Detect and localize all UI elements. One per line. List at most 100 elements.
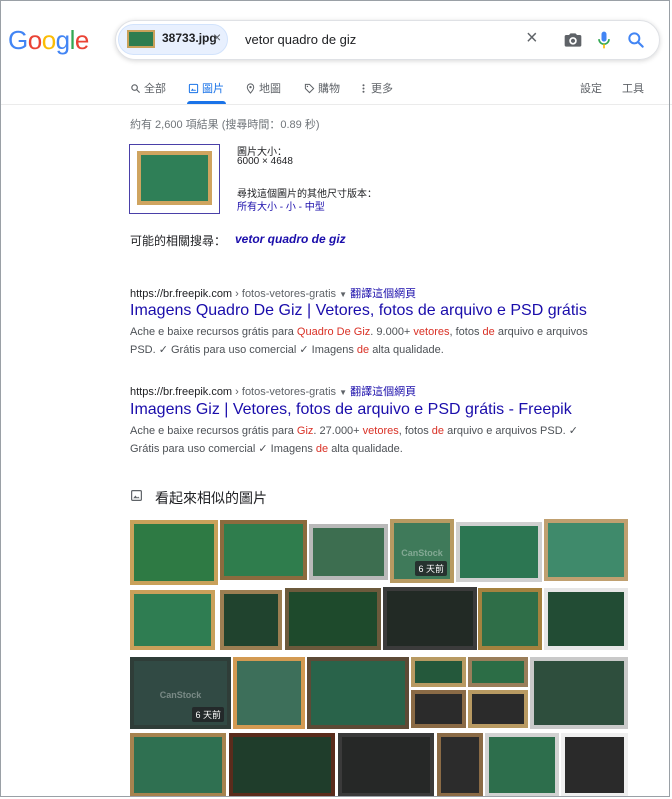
snippet-highlight: Giz [296, 425, 314, 437]
result-title-link[interactable]: Imagens Quadro De Giz | Vetores, fotos d… [130, 302, 587, 320]
clear-search-icon[interactable]: × [526, 28, 538, 48]
search-icon [131, 83, 141, 93]
similar-image-tile[interactable] [383, 587, 477, 650]
image-size-value: 6000 × 4648 [237, 156, 293, 167]
similar-image-tile[interactable] [468, 690, 528, 728]
result-path: › fotos-vetores-gratis [232, 288, 337, 300]
size-link-separator: - [277, 202, 286, 213]
similar-image-tile[interactable] [544, 588, 628, 650]
size-link-medium[interactable]: 中型 [305, 202, 325, 213]
similar-image-tile[interactable] [411, 690, 466, 728]
more-vert-icon [362, 83, 365, 93]
camera-icon[interactable] [563, 29, 583, 51]
similar-image-tile[interactable] [285, 588, 381, 650]
microphone-icon[interactable] [594, 29, 614, 51]
similar-image-tile[interactable] [220, 520, 307, 580]
image-chip-thumbnail [127, 30, 155, 48]
search-input[interactable]: vetor quadro de giz [245, 32, 356, 47]
image-chip-filename: 38733.jpg [162, 31, 217, 45]
similar-image-tile[interactable] [229, 733, 335, 797]
tab-label: 購物 [318, 83, 340, 95]
watermark-text: CanStock [159, 689, 202, 700]
watermark-text: CanStock [401, 548, 443, 559]
snippet-highlight: de [431, 425, 445, 437]
similar-image-tile[interactable] [307, 657, 409, 729]
snippet-text: . 27.000+ [313, 425, 363, 437]
logo-letter: o [41, 25, 56, 55]
similar-image-tile[interactable] [437, 733, 483, 797]
age-badge: 6 天前 [192, 707, 224, 722]
result-title-link[interactable]: Imagens Giz | Vetores, fotos de arquivo … [130, 401, 572, 419]
google-logo[interactable]: Google [8, 25, 89, 56]
size-links: 所有大小 - 小 - 中型 [237, 198, 325, 213]
size-link-separator: - [295, 202, 305, 213]
result-cite[interactable]: https://br.freepik.com › fotos-vetores-g… [130, 383, 416, 399]
translate-link[interactable]: 翻譯這個網頁 [350, 288, 416, 300]
similar-image-tile[interactable] [220, 590, 282, 650]
header-divider [0, 104, 672, 105]
snippet-text: alta qualidade. [328, 443, 403, 455]
tab-maps[interactable]: 地圖 [245, 80, 281, 96]
tab-shopping[interactable]: 購物 [304, 80, 340, 96]
similar-image-tile[interactable] [478, 588, 542, 650]
result-domain: https://br.freepik.com [130, 386, 233, 398]
logo-letter: G [8, 25, 28, 55]
tab-label: 全部 [144, 83, 166, 95]
snippet-highlight: de [356, 344, 370, 356]
size-link-small[interactable]: 小 [286, 202, 296, 213]
dropdown-arrow-icon[interactable]: ▼ [339, 388, 347, 397]
similar-image-tile[interactable] [530, 657, 628, 729]
similar-image-tile[interactable] [233, 657, 305, 729]
tag-icon [304, 83, 315, 93]
search-icon[interactable] [626, 29, 646, 51]
similar-image-tile[interactable]: CanStock 6 天前 [390, 519, 454, 583]
similar-image-tile[interactable] [485, 733, 559, 797]
snippet-highlight: vetores [413, 326, 450, 338]
tools-link[interactable]: 工具 [622, 80, 644, 96]
tab-label: 圖片 [202, 83, 224, 95]
snippet-text: , fotos [449, 326, 483, 338]
query-image-thumbnail [137, 151, 212, 205]
similar-images-heading: 看起來相似的圖片 [155, 490, 267, 506]
similar-image-tile[interactable] [130, 520, 218, 585]
logo-letter: o [27, 25, 42, 55]
similar-image-tile[interactable] [456, 522, 542, 582]
size-link-all[interactable]: 所有大小 [237, 202, 277, 213]
snippet-highlight: Quadro De Giz [296, 326, 371, 338]
snippet-highlight: de [482, 326, 495, 338]
similar-image-tile[interactable] [561, 733, 628, 797]
tab-more[interactable]: 更多 [359, 80, 393, 96]
remove-image-icon[interactable]: × [213, 29, 221, 45]
similar-image-tile[interactable] [338, 733, 434, 797]
tab-images[interactable]: 圖片 [188, 80, 224, 96]
snippet-text: Ache e baixe recursos grátis para [130, 326, 297, 338]
similar-image-tile[interactable] [130, 590, 215, 650]
logo-letter: e [74, 25, 89, 55]
related-search-link[interactable]: vetor quadro de giz [235, 232, 346, 246]
similar-image-tile[interactable] [130, 733, 226, 797]
similar-image-tile[interactable] [544, 519, 628, 581]
tab-label: 地圖 [259, 83, 281, 95]
dropdown-arrow-icon[interactable]: ▼ [339, 290, 347, 299]
age-badge: 6 天前 [415, 561, 447, 576]
result-stats: 約有 2,600 項結果 (搜尋時間：0.89 秒) [130, 119, 320, 131]
tab-label: 更多 [371, 83, 393, 95]
result-domain: https://br.freepik.com [130, 288, 233, 300]
result-path: › fotos-vetores-gratis [232, 386, 337, 398]
translate-link[interactable]: 翻譯這個網頁 [350, 386, 416, 398]
similar-image-tile[interactable] [411, 657, 466, 687]
logo-letter: g [55, 25, 70, 55]
snippet-text: Ache e baixe recursos grátis para [130, 425, 297, 437]
image-icon [188, 83, 199, 93]
snippet-text: alta qualidade. [369, 344, 444, 356]
tab-all[interactable]: 全部 [130, 80, 166, 96]
result-snippet: Ache e baixe recursos grátis para Quadro… [130, 323, 610, 359]
snippet-text: , fotos [398, 425, 432, 437]
result-cite[interactable]: https://br.freepik.com › fotos-vetores-g… [130, 285, 416, 301]
snippet-highlight: de [315, 443, 329, 455]
similar-image-tile[interactable]: CanStock 6 天前 [130, 657, 231, 729]
similar-image-tile[interactable] [309, 524, 388, 580]
settings-link[interactable]: 設定 [580, 80, 602, 96]
similar-image-tile[interactable] [468, 657, 528, 687]
result-snippet: Ache e baixe recursos grátis para Giz. 2… [130, 422, 590, 458]
